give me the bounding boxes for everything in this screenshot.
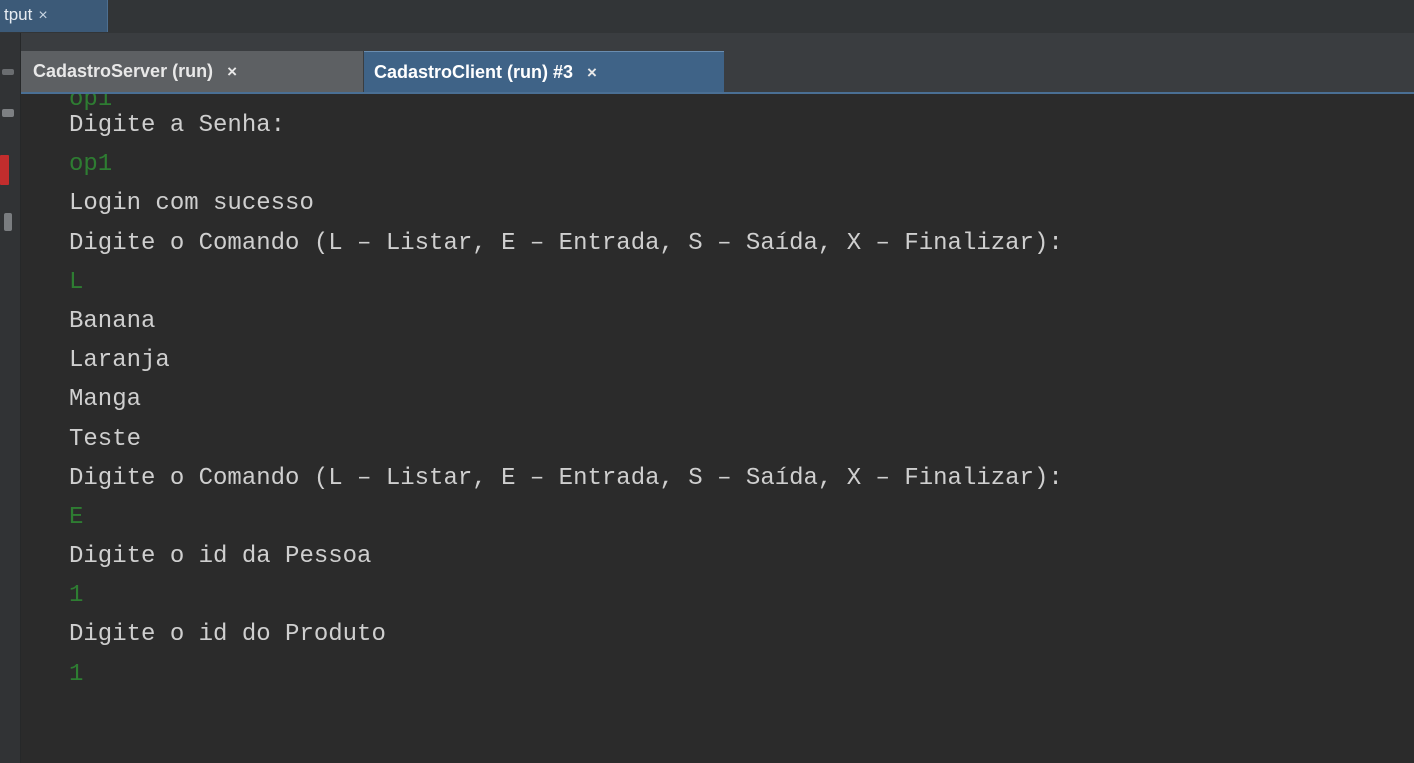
tab-label: CadastroClient (run) #3 [374, 62, 574, 82]
output-window-header: tput × [0, 0, 1414, 34]
run-tab-bar: CadastroServer (run) × CadastroClient (ru… [21, 33, 1414, 94]
stop-icon[interactable] [0, 155, 9, 185]
console-side-toolbar [0, 33, 21, 763]
close-icon[interactable]: × [227, 62, 237, 81]
console-output[interactable]: op1 Digite a Senha: op1 Login com sucesso D… [21, 94, 1414, 763]
console-input-line: 1 [69, 660, 84, 688]
console-output-line: Digite o id da Pessoa [69, 543, 372, 571]
console-output-line: Login com sucesso [69, 190, 314, 218]
tab-label: CadastroServer (run) [33, 61, 214, 81]
settings-icon[interactable] [4, 213, 12, 231]
console-input-line: op1 [69, 151, 113, 179]
console-output-line: Digite o Comando (L – Listar, E – Entrad… [69, 229, 1063, 257]
close-icon[interactable]: × [38, 7, 47, 24]
output-window-tab[interactable]: tput × [0, 0, 108, 32]
output-window-tab-label: tput [4, 5, 33, 24]
console-output-line: Banana [69, 307, 156, 335]
console-input-line: E [69, 503, 84, 531]
console-output-line: Digite o Comando (L – Listar, E – Entrad… [69, 464, 1063, 492]
console-output-line: Digite a Senha: [69, 112, 286, 139]
console-input-line: L [69, 268, 84, 296]
console-lines: op1 Digite a Senha: op1 Login com sucesso D… [69, 94, 1063, 694]
console-input-line: op1 [69, 94, 113, 113]
console-input-line: 1 [69, 582, 84, 610]
console-output-line: Teste [69, 425, 142, 453]
tab-cadastro-server[interactable]: CadastroServer (run) × [21, 51, 363, 92]
console-output-line: Laranja [69, 347, 170, 375]
console-output-line: Digite o id do Produto [69, 621, 386, 649]
rerun-with-options-icon[interactable] [2, 109, 14, 117]
close-icon[interactable]: × [587, 63, 597, 82]
tab-cadastro-client[interactable]: CadastroClient (run) #3 × [364, 51, 724, 92]
console-output-line: Manga [69, 386, 142, 414]
rerun-icon[interactable] [2, 69, 14, 75]
